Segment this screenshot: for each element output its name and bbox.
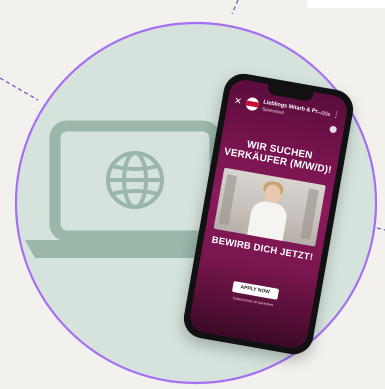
ad-header: ✕ Lieblings Mitarb & Pr... Sponsored 00s…	[232, 92, 341, 134]
ad-photo	[213, 167, 326, 247]
illustration-stage: ✕ Lieblings Mitarb & Pr... Sponsored 00s…	[0, 0, 385, 389]
timer-label: 00s	[320, 110, 331, 119]
globe-icon	[106, 151, 164, 209]
mute-icon[interactable]	[329, 125, 338, 134]
more-options-icon[interactable]: ⋮	[332, 110, 341, 120]
person-body	[245, 199, 289, 245]
brand-logo	[244, 96, 260, 112]
shelf-right	[300, 188, 319, 240]
close-icon[interactable]: ✕	[233, 95, 242, 106]
shelf-left	[218, 174, 238, 226]
